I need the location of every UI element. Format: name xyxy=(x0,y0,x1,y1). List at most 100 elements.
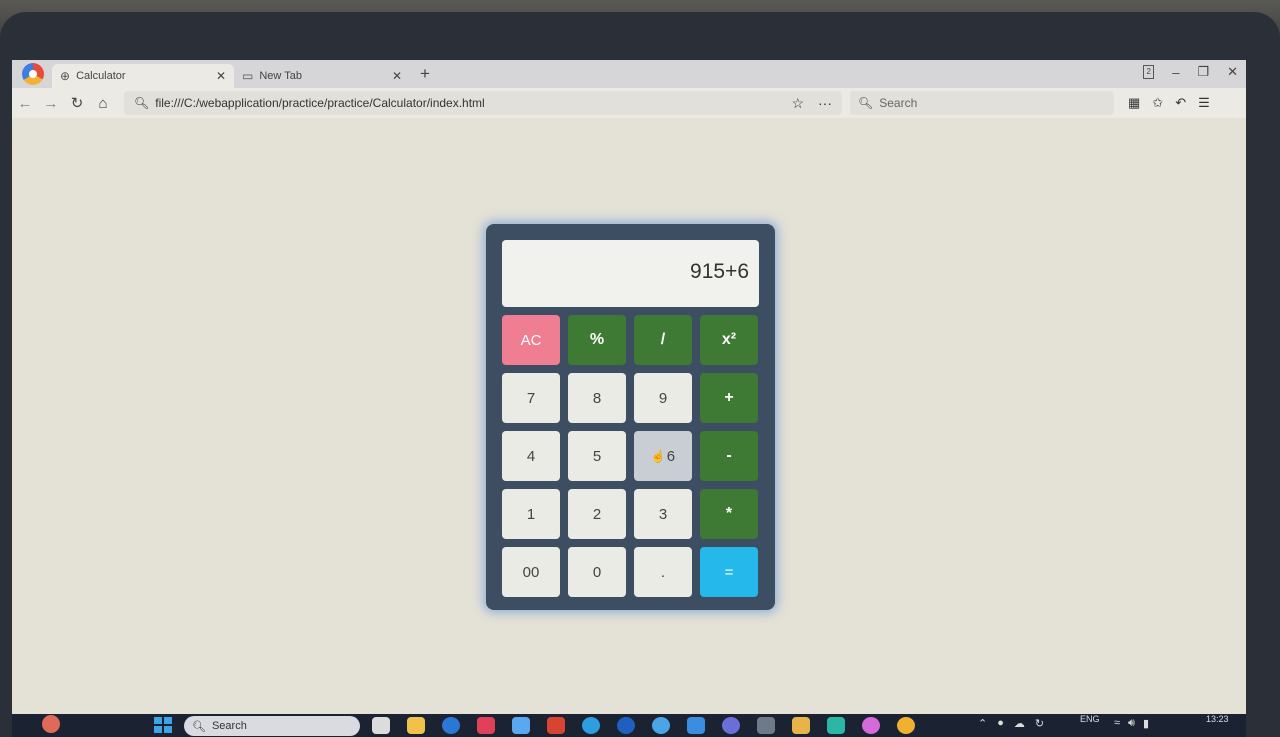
key-5[interactable]: 5 xyxy=(568,431,626,481)
key-1[interactable]: 1 xyxy=(502,489,560,539)
divide-button[interactable]: / xyxy=(634,315,692,365)
key-label: x² xyxy=(721,331,737,348)
favorites-icon[interactable]: ✩ xyxy=(1152,95,1163,111)
search-placeholder: Search xyxy=(879,96,918,110)
minus-button[interactable]: - xyxy=(700,431,758,481)
vscode-icon[interactable] xyxy=(652,717,670,734)
minimize-icon[interactable]: – xyxy=(1172,65,1179,80)
start-icon[interactable] xyxy=(154,717,172,733)
app-icon[interactable] xyxy=(722,717,740,734)
key-label: - xyxy=(726,447,732,464)
key-4[interactable]: 4 xyxy=(502,431,560,481)
bookmark-star-icon[interactable]: ☆ xyxy=(791,95,804,112)
wifi-icon: ≈ xyxy=(1114,717,1121,729)
close-tab-icon[interactable]: ✕ xyxy=(392,69,402,83)
calculator-display: 915+6 xyxy=(502,240,759,307)
taskbar-search[interactable]: 🔍︎ Search xyxy=(184,716,360,736)
apps-grid-icon[interactable]: ▦ xyxy=(1128,95,1140,111)
address-bar[interactable]: 🔍︎ file:///C:/webapplication/practice/pr… xyxy=(124,91,842,115)
new-tab-button[interactable]: + xyxy=(420,64,430,84)
key-2[interactable]: 2 xyxy=(568,489,626,539)
task-view-icon[interactable] xyxy=(372,717,390,734)
home-icon[interactable]: ⌂ xyxy=(90,95,116,112)
media-icon[interactable] xyxy=(477,717,495,734)
app-icon[interactable] xyxy=(862,717,880,734)
key-label: 1 xyxy=(526,505,536,523)
key-label: 9 xyxy=(658,389,668,407)
key-00[interactable]: 00 xyxy=(502,547,560,597)
tab-title: New Tab xyxy=(259,70,302,82)
tab-title: Calculator xyxy=(76,70,126,82)
search-input[interactable]: 🔍︎ Search xyxy=(850,91,1114,115)
close-tab-icon[interactable]: ✕ xyxy=(216,69,226,83)
key-9[interactable]: 9 xyxy=(634,373,692,423)
plus-button[interactable]: + xyxy=(700,373,758,423)
screen: ⊕ Calculator ✕ ▭ New Tab ✕ + 2 – ❐ ✕ ← →… xyxy=(12,60,1246,737)
cloud-icon[interactable]: ☁ xyxy=(1014,717,1025,730)
forward-icon[interactable]: → xyxy=(38,95,64,112)
tray-app-icon[interactable]: ● xyxy=(997,717,1004,730)
key-decimal[interactable]: . xyxy=(634,547,692,597)
multiply-button[interactable]: * xyxy=(700,489,758,539)
chrome-icon[interactable] xyxy=(897,717,915,734)
key-label: 7 xyxy=(526,389,536,407)
terminal-icon[interactable] xyxy=(757,717,775,734)
clock[interactable]: 13:23 xyxy=(1206,714,1229,724)
taskbar: 🔍︎ Search ⌃ ● ☁ ↻ ENG ≈ 🔊︎ ▮ 13:23 xyxy=(12,714,1246,737)
toolbar-right: ▦ ✩ ↶ ☰ xyxy=(1128,95,1210,111)
tab-count-icon[interactable]: 2 xyxy=(1143,65,1155,79)
key-label: 0 xyxy=(592,563,602,581)
key-8[interactable]: 8 xyxy=(568,373,626,423)
maximize-icon[interactable]: ❐ xyxy=(1197,64,1209,80)
mail-icon[interactable] xyxy=(547,717,565,734)
hand-cursor-icon: ☝ xyxy=(650,449,666,463)
outlook-icon[interactable] xyxy=(687,717,705,734)
browser-logo-icon[interactable] xyxy=(22,63,44,85)
tab-new-tab[interactable]: ▭ New Tab ✕ xyxy=(234,64,410,88)
key-label: 4 xyxy=(526,447,536,465)
sync-icon[interactable]: ↻ xyxy=(1035,717,1044,730)
language-indicator[interactable]: ENG xyxy=(1080,714,1100,724)
key-6[interactable]: ☝ 6 xyxy=(634,431,692,481)
edge-icon[interactable] xyxy=(582,717,600,734)
search-icon: 🔍︎ xyxy=(192,720,206,733)
key-label: * xyxy=(725,505,733,522)
more-icon[interactable]: ··· xyxy=(818,95,832,112)
undo-icon[interactable]: ↶ xyxy=(1175,95,1186,111)
nav-bar: ← → ↻ ⌂ 🔍︎ file:///C:/webapplication/pra… xyxy=(12,88,1246,118)
key-label: 2 xyxy=(592,505,602,523)
key-label: / xyxy=(660,331,666,348)
battery-icon: ▮ xyxy=(1142,718,1150,730)
key-label: 3 xyxy=(658,505,668,523)
search-icon: 🔍︎ xyxy=(134,96,150,110)
tab-bar: ⊕ Calculator ✕ ▭ New Tab ✕ + 2 – ❐ ✕ xyxy=(12,60,1246,88)
key-0[interactable]: 0 xyxy=(568,547,626,597)
key-label: % xyxy=(589,331,605,348)
key-label: . xyxy=(660,563,666,581)
close-window-icon[interactable]: ✕ xyxy=(1227,64,1238,80)
taskbar-search-label: Search xyxy=(211,720,247,732)
calculator-app-icon[interactable] xyxy=(792,717,810,734)
chevron-up-icon[interactable]: ⌃ xyxy=(978,717,987,730)
taskbar-apps xyxy=(372,717,915,734)
quick-settings[interactable]: ≈ 🔊︎ ▮ xyxy=(1114,717,1149,730)
clear-button[interactable]: AC xyxy=(502,315,560,365)
keypad: AC% / x² 7 8 9 +4 5 ☝ 6-1 2 3 * 00 0. = xyxy=(502,315,759,597)
page-content: 915+6 AC% / x² 7 8 9 +4 5 ☝ 6-1 2 3 * 00 0. = xyxy=(12,118,1246,714)
app-icon[interactable] xyxy=(827,717,845,734)
percent-button[interactable]: % xyxy=(568,315,626,365)
reload-icon[interactable]: ↻ xyxy=(64,94,90,112)
hp-icon[interactable] xyxy=(617,717,635,734)
key-7[interactable]: 7 xyxy=(502,373,560,423)
square-button[interactable]: x² xyxy=(700,315,758,365)
notification-icon[interactable] xyxy=(42,715,60,733)
key-label: 5 xyxy=(592,447,602,465)
menu-icon[interactable]: ☰ xyxy=(1198,95,1210,111)
equals-button[interactable]: = xyxy=(700,547,758,597)
key-3[interactable]: 3 xyxy=(634,489,692,539)
copilot-icon[interactable] xyxy=(512,717,530,734)
file-explorer-icon[interactable] xyxy=(407,717,425,734)
app-icon[interactable] xyxy=(442,717,460,734)
tab-calculator[interactable]: ⊕ Calculator ✕ xyxy=(52,64,234,88)
back-icon[interactable]: ← xyxy=(12,95,38,112)
